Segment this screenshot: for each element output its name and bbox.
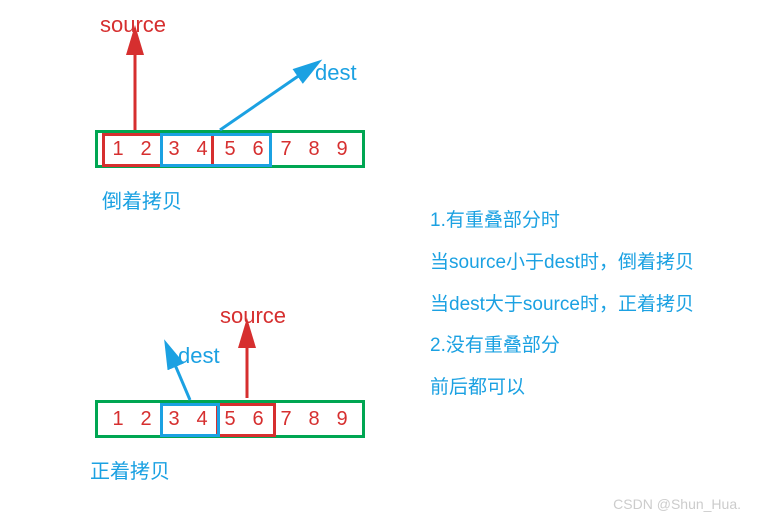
dest-label: dest <box>178 343 220 369</box>
explain-line: 前后都可以 <box>430 367 694 409</box>
arrow-source-top <box>130 35 150 135</box>
cell: 8 <box>300 405 328 433</box>
diagram-caption: 倒着拷贝 <box>102 185 182 214</box>
cell: 7 <box>272 135 300 163</box>
cell: 4 <box>188 135 216 163</box>
cell: 6 <box>244 135 272 163</box>
cell: 5 <box>216 405 244 433</box>
source-label: source <box>220 303 286 329</box>
explain-line: 当dest大于source时，正着拷贝 <box>430 284 694 326</box>
arrow-dest-top <box>215 60 325 140</box>
cell: 6 <box>244 405 272 433</box>
source-label: source <box>100 12 166 38</box>
cell: 2 <box>132 405 160 433</box>
explain-line: 1.有重叠部分时 <box>430 200 694 242</box>
cell: 3 <box>160 405 188 433</box>
cell: 1 <box>104 405 132 433</box>
cell: 3 <box>160 135 188 163</box>
cell: 8 <box>300 135 328 163</box>
cell: 9 <box>328 405 356 433</box>
diagram-bottom: 1 2 3 4 5 6 7 8 9 <box>95 400 365 438</box>
cell: 7 <box>272 405 300 433</box>
explain-line: 当source小于dest时，倒着拷贝 <box>430 242 694 284</box>
cell: 2 <box>132 135 160 163</box>
diagram-caption: 正着拷贝 <box>90 455 170 484</box>
cell: 5 <box>216 135 244 163</box>
cell: 1 <box>104 135 132 163</box>
explanation-block: 1.有重叠部分时 当source小于dest时，倒着拷贝 当dest大于sour… <box>430 200 694 409</box>
dest-label: dest <box>315 60 357 86</box>
cell: 9 <box>328 135 356 163</box>
array-box: 1 2 3 4 5 6 7 8 9 <box>95 130 365 168</box>
watermark: CSDN @Shun_Hua. <box>613 496 741 512</box>
arrow-source-bottom <box>242 328 262 403</box>
diagram-top: 1 2 3 4 5 6 7 8 9 <box>95 130 365 168</box>
array-box: 1 2 3 4 5 6 7 8 9 <box>95 400 365 438</box>
explain-line: 2.没有重叠部分 <box>430 325 694 367</box>
cell: 4 <box>188 405 216 433</box>
